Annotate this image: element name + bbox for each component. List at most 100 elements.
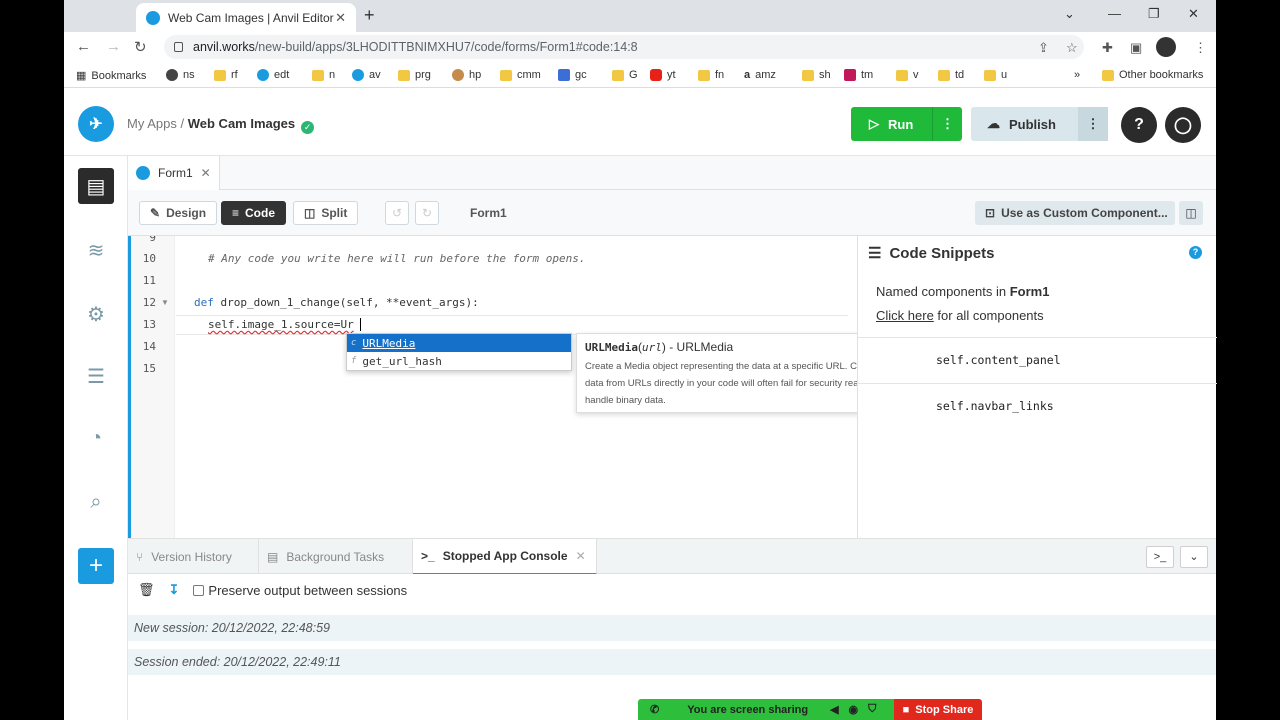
fold-arrow-icon[interactable]: ▼ <box>161 298 169 307</box>
bookmark-item[interactable]: hp <box>452 69 481 81</box>
bookmark-item[interactable]: gc <box>558 69 587 81</box>
collapse-panel-icon[interactable]: ⌄ <box>1180 546 1208 568</box>
design-button[interactable]: ✎ Design <box>139 201 218 225</box>
bookmark-item[interactable]: a amz <box>744 69 776 81</box>
bookmark-item[interactable]: av <box>352 69 381 81</box>
run-options-button[interactable]: ⋮ <box>932 107 962 141</box>
side-panel-icon[interactable]: ▣ <box>1130 40 1142 56</box>
bookmark-item[interactable]: ▦ Bookmarks <box>76 69 146 83</box>
run-button[interactable]: ▷ Run ⋮ <box>851 107 962 141</box>
bookmarks-grid-icon: ▦ <box>76 70 87 82</box>
tab-background-tasks[interactable]: ▤ Background Tasks <box>259 539 413 575</box>
minimize-icon[interactable]: — <box>1108 6 1121 21</box>
autocomplete-item[interactable]: f get_url_hash <box>347 352 571 370</box>
theme-palette-icon[interactable]: ◔ <box>78 420 114 456</box>
snippet-item[interactable]: self.content_panel <box>858 337 1217 383</box>
stop-share-button[interactable]: ■ Stop Share <box>894 699 982 720</box>
form-icon <box>136 166 150 180</box>
bookmark-item[interactable]: td <box>938 69 964 81</box>
cloud-upload-icon: ☁ <box>987 116 1000 131</box>
bookmark-item[interactable]: v <box>896 69 919 81</box>
bookmark-item[interactable]: ns <box>166 69 195 81</box>
bookmark-item[interactable]: sh <box>802 69 831 81</box>
code-button[interactable]: ≡ Code <box>221 201 287 225</box>
bookmark-item[interactable]: prg <box>398 69 431 81</box>
snippet-item[interactable]: self.navbar_links <box>858 383 1217 429</box>
publish-options-button[interactable]: ⋮ <box>1078 107 1108 141</box>
tab-form1[interactable]: Form1 ✕ <box>128 156 220 190</box>
terminal-toggle-icon[interactable]: >_ <box>1146 546 1174 568</box>
tab-app-console[interactable]: >_ Stopped App Console ✕ <box>413 539 597 575</box>
add-feature-button[interactable]: + <box>78 548 114 584</box>
bookmark-item[interactable]: n <box>312 69 335 81</box>
tab-search-icon[interactable]: ⌄ <box>1064 6 1075 22</box>
toggle-panel-icon[interactable]: ◫ <box>1179 201 1203 225</box>
preserve-output-checkbox[interactable]: Preserve output between sessions <box>193 583 407 598</box>
back-icon[interactable]: ← <box>76 38 91 55</box>
speaker-icon[interactable]: ◀ <box>830 703 838 716</box>
record-icon[interactable]: ◉ <box>849 703 859 716</box>
branch-icon: ⑂ <box>136 550 144 564</box>
trash-icon[interactable]: 🗑 <box>138 582 155 598</box>
bookmark-item[interactable]: u <box>984 69 1007 81</box>
bookmark-star-icon[interactable]: ☆ <box>1066 40 1078 56</box>
close-tab-icon[interactable]: ✕ <box>335 10 346 26</box>
calendar-icon <box>558 69 570 81</box>
publish-button[interactable]: ☁ Publish ⋮ <box>971 107 1108 141</box>
breadcrumb: My Apps / Web Cam Images ✓ <box>127 116 315 134</box>
all-components-text: Click here for all components <box>876 308 1044 323</box>
shield-icon[interactable]: ⛉ <box>868 703 876 716</box>
autocomplete-item[interactable]: c URLMedia <box>347 334 571 352</box>
split-button[interactable]: ◫ Split <box>293 201 359 225</box>
current-form-name: Form1 <box>470 206 507 220</box>
snippets-list-icon: ☰ <box>868 245 882 262</box>
app-browser-icon[interactable]: ▤ <box>78 168 114 204</box>
undo-icon[interactable]: ↺ <box>385 201 409 225</box>
anvil-icon <box>352 69 364 81</box>
code-line-13: self.image_1.source=Ur <box>208 318 354 331</box>
search-icon[interactable]: ⌕ <box>78 484 114 520</box>
tab-version-history[interactable]: ⑂ Version History <box>128 539 259 575</box>
settings-gear-icon[interactable]: ⚙ <box>78 296 114 332</box>
reload-icon[interactable]: ↻ <box>134 38 147 56</box>
anvil-logo-icon[interactable]: ✈ <box>78 106 114 142</box>
forward-icon[interactable]: → <box>106 38 121 55</box>
bookmark-item[interactable]: tm <box>844 69 873 81</box>
my-apps-link[interactable]: My Apps <box>127 116 177 131</box>
tasks-icon: ▤ <box>267 550 279 564</box>
database-icon[interactable]: ≋ <box>78 232 114 268</box>
close-console-tab-icon[interactable]: ✕ <box>576 549 586 563</box>
left-bezel <box>0 0 64 720</box>
custom-component-button[interactable]: ⊡ Use as Custom Component... <box>975 201 1175 225</box>
bookmark-item[interactable]: fn <box>698 69 724 81</box>
list-icon[interactable]: ☰ <box>78 358 114 394</box>
bookmark-item[interactable]: G <box>612 69 638 81</box>
new-tab-button[interactable]: + <box>364 5 375 26</box>
url-bar[interactable]: anvil.works/new-build/apps/3LHODITTBNIMX… <box>164 35 1084 59</box>
app-header: ✈ My Apps / Web Cam Images ✓ ▷ Run ⋮ ☁ Publ… <box>64 93 1216 156</box>
scroll-down-icon[interactable]: ↧ <box>169 582 180 598</box>
profile-avatar[interactable] <box>1156 37 1176 57</box>
account-button[interactable]: ◯ <box>1165 107 1201 143</box>
bookmark-item[interactable]: cmm <box>500 69 541 81</box>
split-view-icon: ◫ <box>304 206 316 220</box>
click-here-link[interactable]: Click here <box>876 308 934 323</box>
share-icon[interactable]: ⇪ <box>1038 40 1049 56</box>
bookmark-item[interactable]: edt <box>257 69 289 81</box>
browser-tab[interactable]: Web Cam Images | Anvil Editor ✕ <box>136 3 356 32</box>
help-button[interactable]: ? <box>1121 107 1157 143</box>
chrome-menu-icon[interactable]: ⋮ <box>1194 40 1207 56</box>
other-bookmarks[interactable]: Other bookmarks <box>1102 69 1203 81</box>
close-form-tab-icon[interactable]: ✕ <box>201 166 211 180</box>
redo-icon[interactable]: ↻ <box>415 201 439 225</box>
snippets-help-icon[interactable]: ? <box>1189 246 1202 259</box>
close-window-icon[interactable]: ✕ <box>1188 6 1199 22</box>
extensions-icon[interactable]: ✚ <box>1102 40 1113 56</box>
bookmarks-overflow[interactable]: » <box>1074 69 1080 81</box>
restore-icon[interactable]: ❐ <box>1148 6 1160 22</box>
code-comment: # Any code you write here will run befor… <box>208 252 586 265</box>
bookmark-item[interactable]: rf <box>214 69 238 81</box>
bookmark-item[interactable]: yt <box>650 69 676 81</box>
line-number: 11 <box>142 274 156 287</box>
url-host: anvil.works <box>193 40 255 54</box>
